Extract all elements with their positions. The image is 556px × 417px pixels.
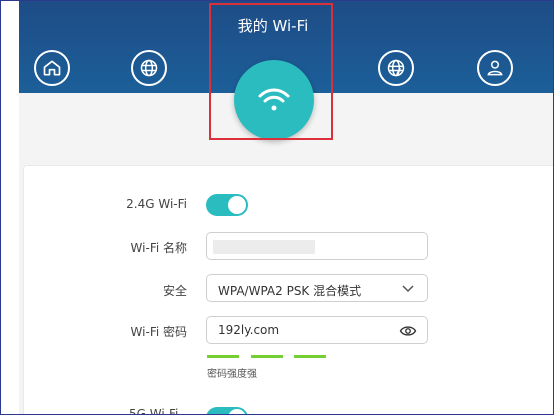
redacted-name-block [213, 240, 315, 254]
strength-bar-1 [207, 355, 239, 358]
globe-icon[interactable] [131, 50, 167, 86]
router-settings-page: 我的 Wi-Fi 2.4G Wi-Fi Wi-Fi 名称 安全 WPA/WPA2… [0, 0, 554, 415]
wifi-name-label: Wi-Fi 名称 [130, 241, 187, 255]
eye-icon[interactable] [399, 322, 417, 340]
strength-bar-2 [251, 355, 283, 358]
toggle-knob [228, 196, 246, 214]
wifi5-label: 5G Wi-Fi [129, 407, 179, 415]
page-title: 我的 Wi-Fi [237, 17, 309, 35]
chevron-down-icon [402, 285, 414, 293]
home-icon[interactable] [34, 50, 70, 86]
wifi24-toggle[interactable] [206, 194, 248, 216]
user-icon[interactable] [477, 50, 513, 86]
strength-bar-3 [294, 355, 326, 358]
security-label: 安全 [162, 284, 187, 298]
wifi5-toggle[interactable] [206, 407, 248, 414]
wifi-password-label: Wi-Fi 密码 [130, 325, 187, 339]
toggle-knob [228, 409, 246, 414]
wifi-icon[interactable] [234, 60, 314, 140]
password-strength-label: 密码强度强 [207, 369, 257, 380]
wifi-password-input[interactable]: 192ly.com [206, 316, 428, 344]
security-select[interactable]: WPA/WPA2 PSK 混合模式 [206, 274, 428, 302]
wifi-name-input[interactable] [206, 232, 428, 260]
wifi-password-value: 192ly.com [218, 323, 280, 337]
wifi24-label: 2.4G Wi-Fi [126, 197, 187, 211]
security-value: WPA/WPA2 PSK 混合模式 [218, 284, 362, 298]
globe-settings-icon[interactable] [378, 50, 414, 86]
